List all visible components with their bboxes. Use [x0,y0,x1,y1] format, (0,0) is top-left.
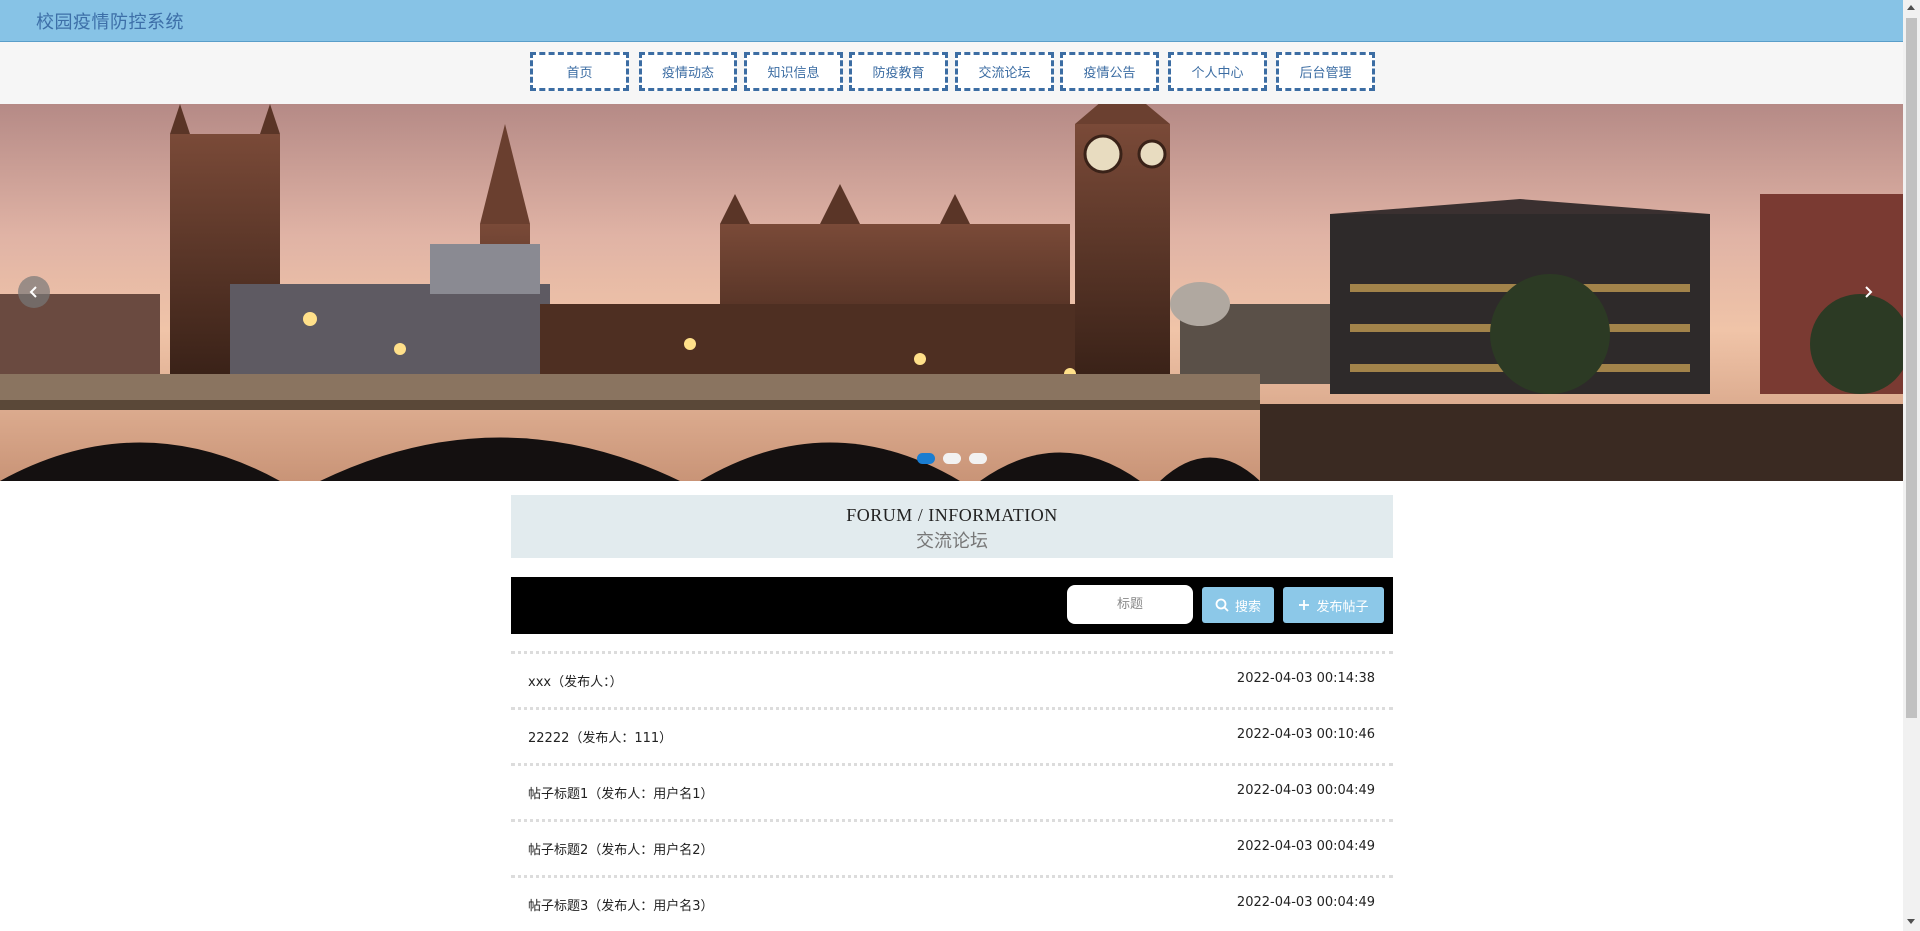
post-title: xxx（发布人：） [528,675,623,690]
forum-post-row[interactable]: xxx（发布人：） 2022-04-03 00:14:38 [511,651,1393,707]
nav-item-forum[interactable]: 交流论坛 [955,52,1054,91]
new-post-button[interactable]: 发布帖子 [1283,587,1384,623]
nav-item-profile[interactable]: 个人中心 [1168,52,1267,91]
plus-icon [1299,600,1310,610]
post-title: 帖子标题2（发布人：用户名2） [528,843,714,858]
section-heading: FORUM / INFORMATION 交流论坛 [511,495,1393,558]
chevron-right-icon [1865,286,1873,298]
banner-dot-3[interactable] [969,453,987,464]
banner-prev-button[interactable] [18,276,50,308]
forum-post-row[interactable]: 帖子标题3（发布人：用户名3） 2022-04-03 00:04:49 [511,875,1393,931]
nav-item-epidemic-news[interactable]: 疫情动态 [639,52,737,91]
scroll-down-icon[interactable] [1907,919,1915,924]
post-date: 2022-04-03 00:14:38 [1236,671,1375,686]
nav-item-education[interactable]: 防疫教育 [849,52,948,91]
forum-post-row[interactable]: 帖子标题2（发布人：用户名2） 2022-04-03 00:04:49 [511,819,1393,875]
scroll-up-icon[interactable] [1907,5,1915,10]
nav-item-admin[interactable]: 后台管理 [1276,52,1375,91]
nav-item-announcements[interactable]: 疫情公告 [1060,52,1159,91]
search-button[interactable]: 搜索 [1202,587,1274,623]
post-date: 2022-04-03 00:04:49 [1236,839,1375,854]
main-nav: 首页 疫情动态 知识信息 防疫教育 交流论坛 疫情公告 个人中心 后台管理 [0,42,1903,104]
post-date: 2022-04-03 00:04:49 [1236,783,1375,798]
scrollbar-thumb[interactable] [1906,18,1917,718]
nav-item-knowledge[interactable]: 知识信息 [744,52,843,91]
search-icon [1215,598,1229,612]
banner-carousel [0,104,1903,481]
search-button-label: 搜索 [1234,599,1261,615]
post-title: 帖子标题3（发布人：用户名3） [528,899,714,914]
banner-pagination [917,453,987,464]
section-title-cn: 交流论坛 [916,531,988,551]
nav-item-home[interactable]: 首页 [530,52,629,91]
search-bar: 搜索 发布帖子 [511,577,1393,634]
chevron-left-icon [29,286,37,298]
post-title: 22222（发布人：111） [528,731,673,746]
page-scrollbar[interactable] [1903,0,1920,931]
header-bar: 校园疫情防控系统 [0,0,1903,42]
banner-dot-2[interactable] [943,453,961,464]
forum-post-list: xxx（发布人：） 2022-04-03 00:14:38 22222（发布人：… [511,651,1393,931]
post-date: 2022-04-03 00:04:49 [1236,895,1375,910]
forum-post-row[interactable]: 帖子标题1（发布人：用户名1） 2022-04-03 00:04:49 [511,763,1393,819]
forum-post-row[interactable]: 22222（发布人：111） 2022-04-03 00:10:46 [511,707,1393,763]
app-title: 校园疫情防控系统 [36,12,184,33]
post-title: 帖子标题1（发布人：用户名1） [528,787,714,802]
banner-image [0,104,1903,481]
new-post-button-label: 发布帖子 [1316,599,1369,615]
title-search-input[interactable] [1067,585,1193,624]
banner-dot-1[interactable] [917,453,935,464]
banner-next-button[interactable] [1852,276,1884,308]
section-title-en: FORUM / INFORMATION [846,505,1058,525]
post-date: 2022-04-03 00:10:46 [1236,727,1375,742]
